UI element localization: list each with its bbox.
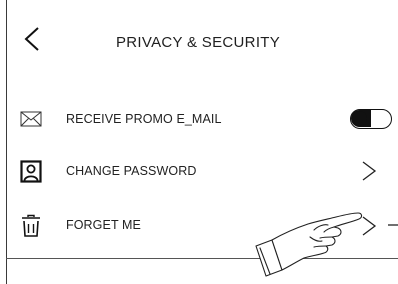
setting-row-promo-email: RECEIVE PROMO E_MAIL: [14, 108, 398, 140]
setting-label-promo-email: RECEIVE PROMO E_MAIL: [66, 112, 222, 126]
frame-left-border: [6, 0, 7, 284]
user-icon: [20, 160, 42, 183]
back-button[interactable]: [22, 26, 44, 52]
setting-row-change-password[interactable]: CHANGE PASSWORD: [14, 160, 398, 192]
trash-icon: [20, 214, 42, 237]
setting-label-forget-me: FORGET ME: [66, 218, 141, 232]
chevron-left-icon: [24, 27, 39, 51]
envelope-icon: [20, 108, 42, 130]
setting-label-change-password: CHANGE PASSWORD: [66, 164, 197, 178]
change-password-chevron[interactable]: [360, 160, 378, 182]
page-title: PRIVACY & SECURITY: [116, 34, 281, 51]
pointing-hand-icon: [252, 190, 398, 278]
promo-email-toggle[interactable]: [350, 109, 392, 129]
toggle-knob: [352, 111, 367, 126]
chevron-right-icon: [362, 161, 377, 181]
